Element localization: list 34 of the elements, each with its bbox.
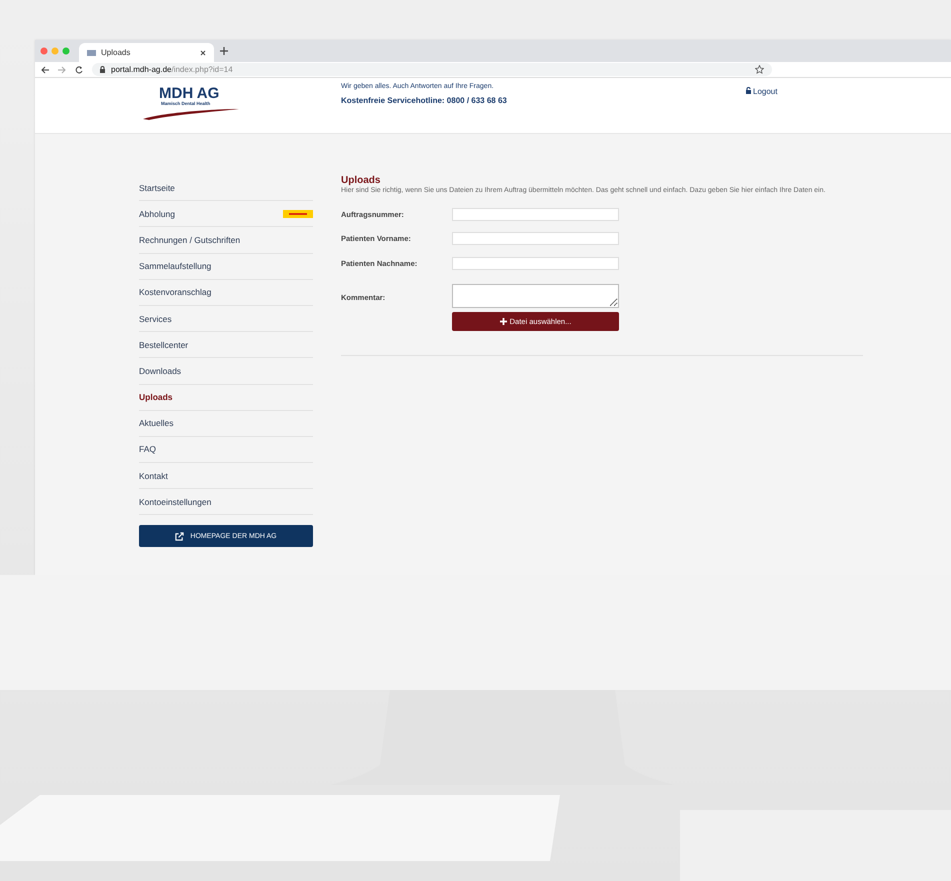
star-icon[interactable] (755, 65, 764, 74)
reload-icon[interactable] (75, 66, 83, 74)
hotline-text: Kostenfreie Servicehotline: 0800 / 633 68 63 (341, 96, 508, 105)
close-icon[interactable] (200, 50, 206, 56)
sidebar-item[interactable]: Kontakt (139, 463, 313, 490)
sidebar-item[interactable]: Services (139, 306, 313, 332)
dhl-logo-icon (283, 210, 313, 218)
sidebar-item[interactable]: Bestellcenter (139, 332, 313, 358)
sidebar-item[interactable]: Uploads (139, 384, 313, 411)
sidebar-item[interactable]: Kostenvoranschlag (139, 280, 313, 306)
input-field[interactable] (452, 208, 619, 221)
favicon-icon (87, 50, 96, 56)
sidebar-item[interactable]: Kontoeinstellungen (139, 489, 313, 516)
sidebar-item[interactable]: FAQ (139, 436, 313, 464)
logout-link[interactable]: Logout (746, 78, 778, 98)
comment-field[interactable] (452, 284, 619, 308)
url-field[interactable]: portal.mdh-ag.de/index.php?id=14 (92, 63, 772, 76)
forward-icon[interactable] (58, 66, 66, 74)
sidebar-item[interactable]: Sammelaufstellung (139, 254, 313, 280)
plus-icon (500, 318, 507, 326)
lock-icon (100, 66, 105, 73)
page-title: Uploads (341, 175, 382, 186)
input-field[interactable] (452, 232, 619, 246)
browser-tab[interactable]: Uploads (79, 43, 214, 62)
sidebar-item[interactable]: Startseite (139, 175, 313, 202)
sidebar-item[interactable]: Rechnungen / Gutschriften (139, 227, 313, 254)
sidebar-item[interactable]: Abholung (139, 201, 313, 228)
back-icon[interactable] (41, 66, 49, 74)
new-tab-icon[interactable] (220, 47, 228, 55)
sidebar-item[interactable]: Downloads (139, 358, 313, 384)
sidebar-item[interactable]: Aktuelles (139, 410, 313, 437)
input-field[interactable] (452, 256, 619, 270)
lock-icon (746, 87, 751, 94)
external-link-icon (175, 532, 184, 541)
